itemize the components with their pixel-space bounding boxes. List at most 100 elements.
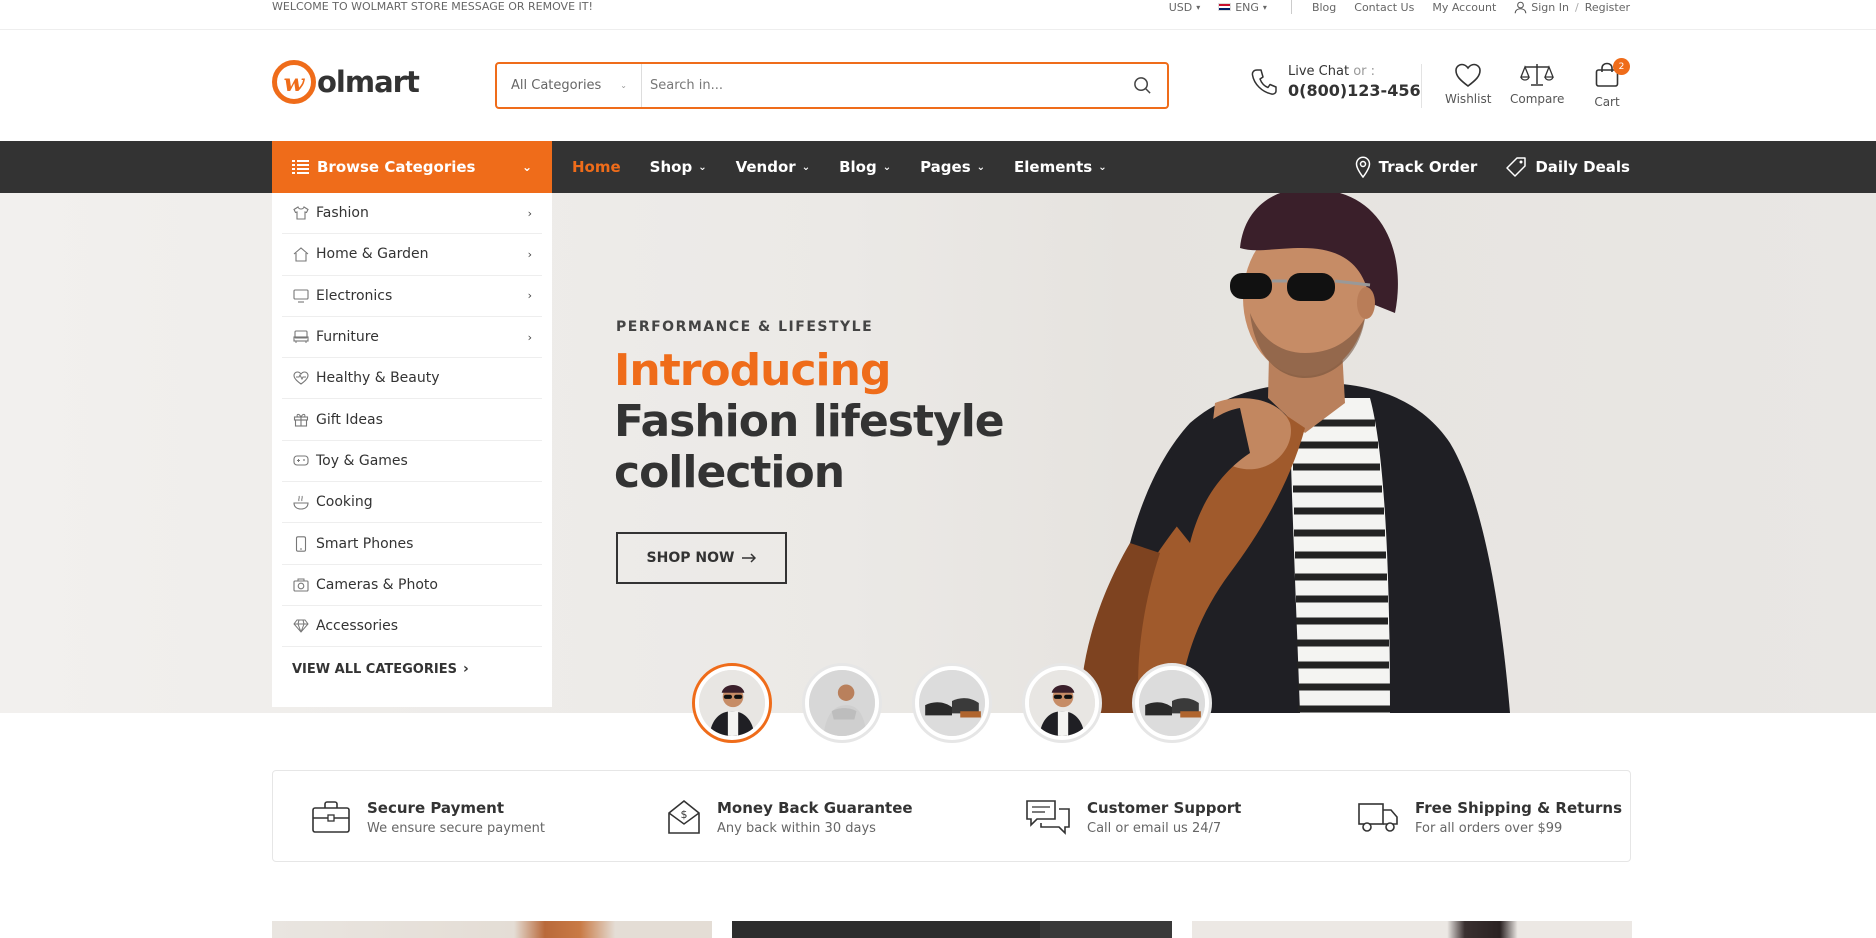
phone-number: 0(800)123-456 — [1288, 81, 1421, 100]
category-item-gift-ideas[interactable]: Gift Ideas — [282, 399, 542, 441]
slider-thumbnails — [692, 663, 1212, 743]
feature-subtitle: Any back within 30 days — [717, 820, 876, 836]
chevron-down-icon: ⌄ — [801, 161, 811, 173]
header-divider — [1421, 64, 1422, 108]
diamond-icon — [292, 617, 310, 635]
category-item-furniture[interactable]: Furniture › — [282, 317, 542, 359]
sign-in-link[interactable]: Sign In — [1531, 1, 1569, 14]
register-link[interactable]: Register — [1585, 1, 1630, 14]
category-label: Electronics — [316, 287, 393, 304]
nav-item-vendor[interactable]: Vendor ⌄ — [736, 158, 810, 176]
money-envelope-icon: $ — [668, 799, 700, 834]
logo-text: olmart — [317, 65, 420, 99]
logo[interactable]: w olmart — [272, 60, 420, 104]
shop-now-button[interactable]: SHOP NOW — [616, 532, 787, 584]
daily-deals-link[interactable]: Daily Deals — [1505, 156, 1630, 178]
category-item-fashion[interactable]: Fashion › — [282, 193, 542, 235]
category-menu: Fashion › Home & Garden › Electronics › … — [272, 193, 552, 707]
camera-icon — [292, 576, 310, 594]
top-link-account[interactable]: My Account — [1432, 1, 1496, 14]
chevron-right-icon: › — [527, 206, 532, 220]
main-menu: Home Shop ⌄ Vendor ⌄ Blog ⌄ Pages ⌄ Elements… — [572, 141, 1136, 193]
category-item-electronics[interactable]: Electronics › — [282, 276, 542, 317]
logo-mark: w — [272, 60, 316, 104]
track-order-label: Track Order — [1378, 158, 1478, 176]
feature-secure-payment: Secure Payment We ensure secure payment — [311, 771, 545, 863]
slash-separator: / — [1574, 0, 1579, 14]
nav-item-label: Pages — [920, 158, 971, 176]
heart-pulse-icon — [292, 369, 310, 387]
cart-label: Cart — [1594, 95, 1620, 109]
or-label: or : — [1353, 64, 1376, 79]
cooking-icon — [292, 493, 310, 511]
feature-money-back: $ Money Back Guarantee Any back within 3… — [667, 771, 913, 863]
category-label: Fashion — [316, 205, 369, 222]
slider-thumb-2[interactable] — [802, 663, 882, 743]
nav-item-shop[interactable]: Shop ⌄ — [650, 158, 707, 176]
category-item-accessories[interactable]: Accessories — [282, 606, 542, 648]
chevron-down-icon: ▾ — [1196, 2, 1201, 12]
heart-icon — [1455, 63, 1482, 88]
list-icon — [292, 160, 309, 174]
nav-item-pages[interactable]: Pages ⌄ — [920, 158, 985, 176]
slider-thumb-1[interactable] — [692, 663, 772, 743]
chevron-down-icon: ⌄ — [1098, 161, 1107, 173]
category-label: Accessories — [316, 618, 399, 635]
track-order-link[interactable]: Track Order — [1355, 156, 1478, 178]
category-item-toy-games[interactable]: Toy & Games — [282, 441, 542, 483]
uk-flag-icon — [1218, 3, 1232, 11]
thumb-image — [809, 670, 875, 736]
hero-subtitle: PERFORMANCE & LIFESTYLE — [616, 319, 874, 335]
search-input[interactable] — [642, 64, 1117, 107]
chevron-down-icon: ⌄ — [976, 161, 986, 173]
top-link-contact[interactable]: Contact Us — [1354, 1, 1414, 14]
gamepad-icon — [292, 452, 310, 470]
nav-right: Track Order Daily Deals — [1355, 141, 1630, 193]
currency-selector[interactable]: USD ▾ — [1169, 1, 1201, 14]
nav-item-label: Blog — [839, 158, 877, 176]
live-chat[interactable]: Live Chat or : 0(800)123-456 — [1250, 64, 1421, 100]
slider-thumb-4[interactable] — [1022, 663, 1102, 743]
user-icon — [1514, 1, 1527, 13]
browse-categories-label: Browse Categories — [317, 158, 476, 176]
gift-icon — [292, 411, 310, 429]
top-link-blog[interactable]: Blog — [1312, 1, 1336, 14]
category-item-healthy-beauty[interactable]: Healthy & Beauty — [282, 358, 542, 400]
chevron-down-icon: ⌄ — [620, 81, 627, 90]
wishlist-button[interactable]: Wishlist — [1445, 62, 1491, 106]
hero-title: Fashion lifestyle collection — [614, 396, 1005, 498]
category-item-home-garden[interactable]: Home & Garden › — [282, 234, 542, 276]
browse-categories-button[interactable]: Browse Categories ⌄ — [272, 141, 552, 193]
divider — [1290, 0, 1292, 14]
compare-button[interactable]: Compare — [1510, 62, 1564, 106]
nav-item-label: Home — [572, 158, 621, 176]
search-category-label: All Categories — [511, 78, 602, 93]
search-category-select[interactable]: All Categories ⌄ — [497, 64, 642, 107]
promo-banner-3[interactable] — [1192, 921, 1632, 938]
search-button[interactable] — [1117, 64, 1167, 107]
promo-banner-1[interactable] — [272, 921, 712, 938]
category-item-cameras-photo[interactable]: Cameras & Photo — [282, 565, 542, 606]
cart-button[interactable]: 2 Cart — [1594, 58, 1630, 109]
live-chat-label: Live Chat — [1288, 64, 1350, 79]
slider-thumb-5[interactable] — [1132, 663, 1212, 743]
phone-icon — [1251, 69, 1277, 95]
feature-title: Free Shipping & Returns — [1415, 798, 1623, 817]
view-all-label: VIEW ALL CATEGORIES — [292, 661, 457, 677]
features-bar: Secure Payment We ensure secure payment … — [272, 770, 1631, 862]
language-selector[interactable]: ENG ▾ — [1218, 1, 1267, 14]
category-item-cooking[interactable]: Cooking — [282, 482, 542, 524]
promo-banner-2[interactable] — [732, 921, 1172, 938]
slider-thumb-3[interactable] — [912, 663, 992, 743]
view-all-categories-link[interactable]: VIEW ALL CATEGORIES › — [282, 647, 542, 691]
currency-label: USD — [1168, 0, 1193, 14]
nav-item-home[interactable]: Home — [572, 158, 621, 176]
nav-item-blog[interactable]: Blog ⌄ — [839, 158, 891, 176]
tshirt-icon — [292, 204, 310, 222]
thumb-image — [919, 670, 985, 736]
category-label: Gift Ideas — [316, 411, 383, 428]
nav-item-elements[interactable]: Elements ⌄ — [1014, 158, 1107, 176]
scale-icon — [1520, 64, 1555, 86]
category-item-smart-phones[interactable]: Smart Phones — [282, 523, 542, 565]
home-icon — [292, 245, 310, 263]
